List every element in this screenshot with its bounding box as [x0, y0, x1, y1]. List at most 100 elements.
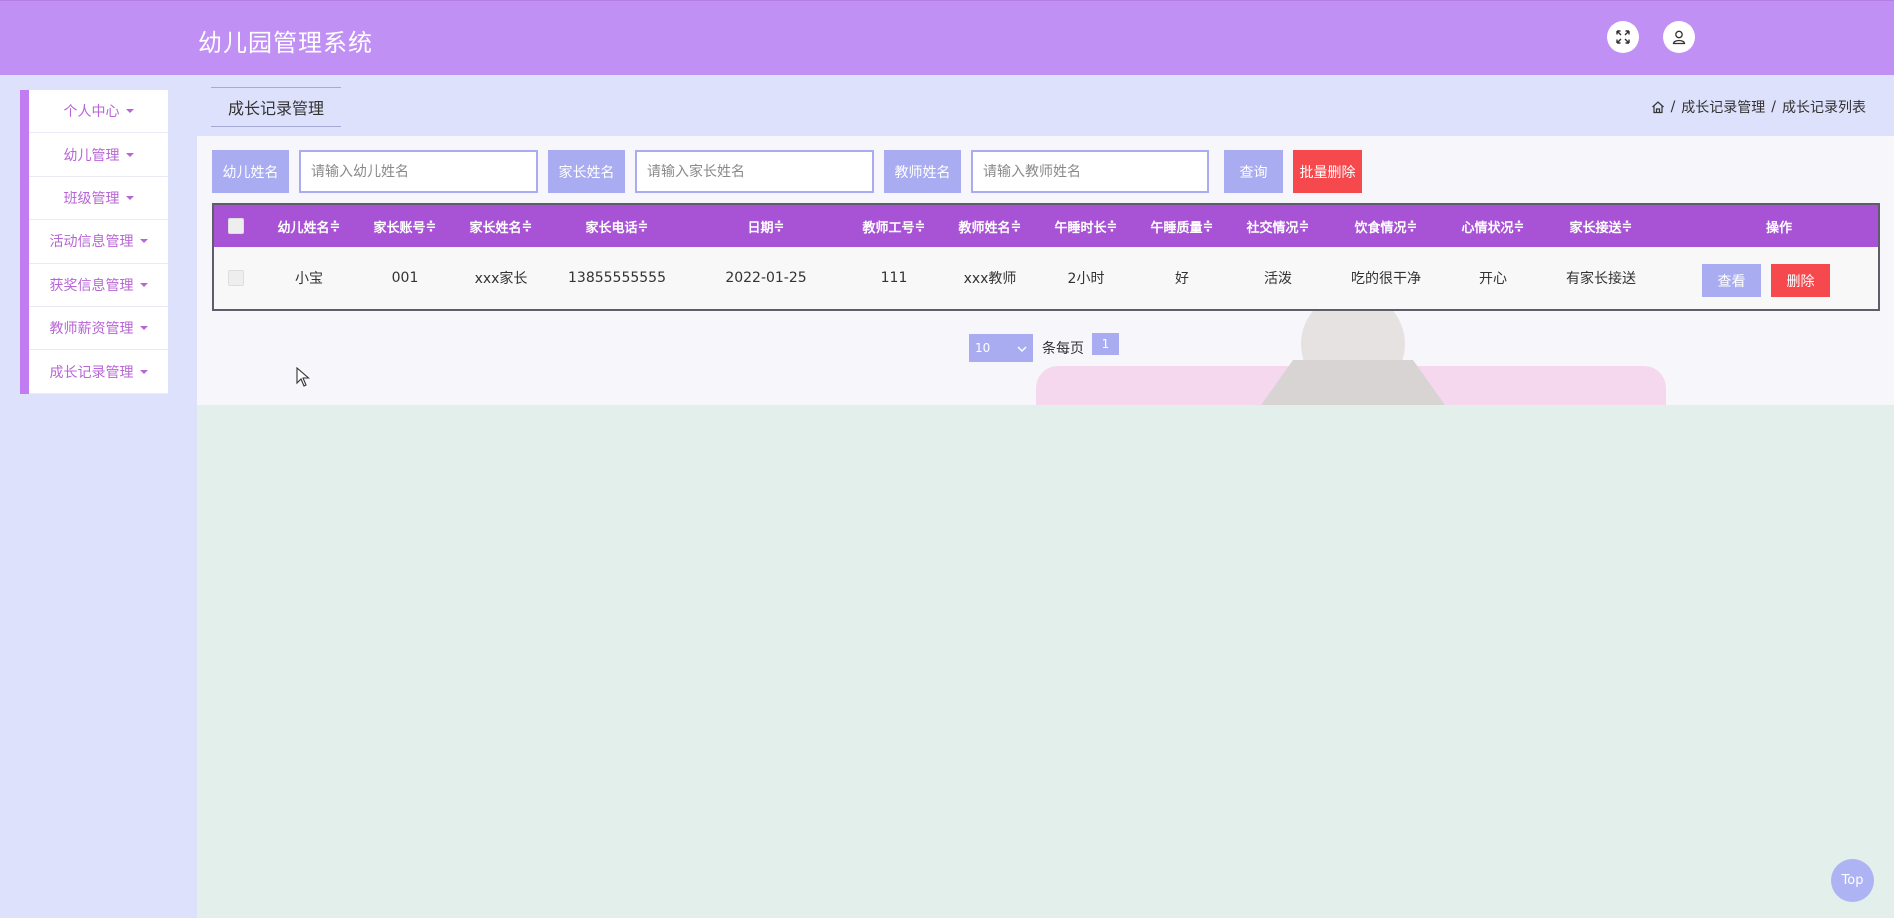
teacher-name-label: 教师姓名	[884, 150, 961, 193]
sidebar-item-label: 班级管理	[63, 190, 120, 207]
table-cell: 吃的很干净	[1351, 271, 1421, 287]
query-button[interactable]: 查询	[1224, 150, 1283, 193]
sort-icon: ≑	[1106, 218, 1118, 234]
caret-down-icon	[139, 239, 148, 244]
table-cell: 2小时	[1067, 271, 1105, 287]
sidebar-item-personal-center[interactable]: 个人中心	[29, 90, 168, 134]
table-cell: 2022-01-25	[725, 270, 807, 286]
sort-icon: ≑	[637, 218, 649, 234]
row-select-cell	[224, 247, 248, 309]
sort-icon: ≑	[1010, 218, 1022, 234]
expand-icon	[1616, 30, 1630, 44]
sort-icon: ≑	[914, 218, 926, 234]
select-all-cell	[224, 205, 248, 247]
column-header-teacher-name[interactable]: 教师姓名 ≑	[950, 205, 1030, 247]
sort-icon: ≑	[425, 218, 437, 234]
sort-icon: ≑	[1202, 218, 1214, 234]
parent-name-input[interactable]	[635, 150, 874, 193]
sidebar-item-label: 获奖信息管理	[49, 277, 134, 294]
column-header-nap-quality[interactable]: 午睡质量 ≑	[1142, 205, 1222, 247]
sidebar-item-award-management[interactable]: 获奖信息管理	[29, 264, 168, 307]
sort-icon: ≑	[1513, 218, 1525, 234]
content-background	[197, 405, 1894, 918]
table-cell: 有家长接送	[1566, 271, 1636, 287]
sort-icon: ≑	[329, 218, 341, 234]
column-header-diet[interactable]: 饮食情况 ≑	[1332, 205, 1440, 247]
table-cell: 小宝	[295, 271, 323, 287]
column-header-pickup[interactable]: 家长接送 ≑	[1546, 205, 1656, 247]
sidebar-item-class-management[interactable]: 班级管理	[29, 177, 168, 221]
column-header-child-name[interactable]: 幼儿姓名 ≑	[269, 205, 349, 247]
user-button[interactable]	[1663, 21, 1695, 53]
breadcrumb-item: 成长记录列表	[1782, 100, 1866, 116]
sort-icon: ≑	[521, 218, 533, 234]
fullscreen-button[interactable]	[1607, 21, 1639, 53]
sidebar-item-salary-management[interactable]: 教师薪资管理	[29, 307, 168, 351]
tab-growth-record[interactable]: 成长记录管理	[211, 87, 341, 127]
table-cell: 111	[880, 270, 908, 286]
sidebar-item-child-management[interactable]: 幼儿管理	[29, 133, 168, 177]
app-title: 幼儿园管理系统	[198, 29, 373, 57]
column-header-mood[interactable]: 心情状况 ≑	[1453, 205, 1533, 247]
view-button[interactable]: 查看	[1702, 264, 1761, 297]
table-row: 小宝 001 xxx家长 13855555555 2022-01-25 111 …	[214, 247, 1878, 309]
column-header-teacher-id[interactable]: 教师工号 ≑	[854, 205, 934, 247]
row-checkbox[interactable]	[228, 270, 244, 286]
caret-down-icon	[125, 152, 134, 157]
child-name-label: 幼儿姓名	[212, 150, 289, 193]
page-size-select[interactable]: 10	[969, 334, 1033, 362]
page-size-value: 10	[975, 341, 991, 355]
column-header-actions: 操作	[1765, 220, 1792, 236]
back-to-top-button[interactable]: Top	[1831, 859, 1874, 902]
page-number-button[interactable]: 1	[1092, 333, 1119, 355]
breadcrumb-separator: /	[1771, 99, 1776, 115]
table-cell: 13855555555	[568, 270, 666, 286]
main-content: 成长记录管理 / 成长记录管理 / 成长记录列表	[197, 75, 1894, 918]
column-header-social[interactable]: 社交情况 ≑	[1238, 205, 1318, 247]
breadcrumb-separator: /	[1670, 99, 1676, 115]
sort-icon: ≑	[1298, 218, 1310, 234]
home-icon[interactable]	[1651, 100, 1665, 114]
column-header-parent-account[interactable]: 家长账号 ≑	[365, 205, 445, 247]
sidebar-item-label: 幼儿管理	[63, 147, 120, 164]
top-bar: 幼儿园管理系统	[0, 0, 1894, 75]
breadcrumb: / 成长记录管理 / 成长记录列表	[1651, 97, 1866, 117]
column-header-parent-phone[interactable]: 家长电话 ≑	[554, 205, 680, 247]
sort-icon: ≑	[773, 218, 785, 234]
mouse-cursor-icon	[296, 367, 310, 387]
teacher-name-input[interactable]	[971, 150, 1209, 193]
caret-down-icon	[139, 282, 148, 287]
sidebar-item-label: 活动信息管理	[49, 234, 134, 251]
table-cell: 开心	[1479, 271, 1507, 287]
parent-name-label: 家长姓名	[548, 150, 625, 193]
column-header-date[interactable]: 日期 ≑	[691, 205, 841, 247]
table-cell: 活泼	[1264, 271, 1292, 287]
breadcrumb-item[interactable]: 成长记录管理	[1681, 97, 1765, 117]
sidebar-item-label: 个人中心	[63, 104, 120, 121]
sidebar-item-label: 教师薪资管理	[49, 321, 134, 338]
caret-down-icon	[139, 369, 148, 374]
table-header: 幼儿姓名 ≑ 家长账号 ≑ 家长姓名 ≑ 家长电话 ≑ 日期 ≑ 教师工号 ≑ 教师姓名 ≑ …	[214, 205, 1878, 247]
user-icon	[1672, 30, 1686, 45]
sidebar-item-growth-record-management[interactable]: 成长记录管理	[29, 350, 168, 394]
sort-icon: ≑	[1621, 218, 1633, 234]
caret-down-icon	[139, 326, 148, 331]
delete-button[interactable]: 删除	[1771, 264, 1830, 297]
per-page-label: 条每页	[1042, 341, 1084, 357]
child-name-input[interactable]	[299, 150, 538, 193]
column-header-nap-duration[interactable]: 午睡时长 ≑	[1046, 205, 1126, 247]
select-all-checkbox[interactable]	[228, 218, 244, 234]
batch-delete-button[interactable]: 批量删除	[1293, 150, 1362, 193]
sidebar-item-label: 成长记录管理	[49, 364, 134, 381]
caret-down-icon	[125, 109, 134, 114]
table-cell: 好	[1175, 271, 1189, 287]
table-cell: xxx家长	[474, 271, 528, 287]
chevron-down-icon	[1017, 341, 1027, 355]
caret-down-icon	[125, 195, 134, 200]
sidebar-item-activity-management[interactable]: 活动信息管理	[29, 220, 168, 264]
table-cell: 001	[391, 270, 419, 286]
growth-record-table: 幼儿姓名 ≑ 家长账号 ≑ 家长姓名 ≑ 家长电话 ≑ 日期 ≑ 教师工号 ≑ 教师姓名 ≑ …	[212, 203, 1880, 311]
column-header-parent-name[interactable]: 家长姓名 ≑	[461, 205, 541, 247]
sort-icon: ≑	[1406, 218, 1418, 234]
sidebar: 个人中心 幼儿管理 班级管理 活动信息管理 获奖信息管理 教师薪资管理 成长记录…	[20, 90, 168, 394]
